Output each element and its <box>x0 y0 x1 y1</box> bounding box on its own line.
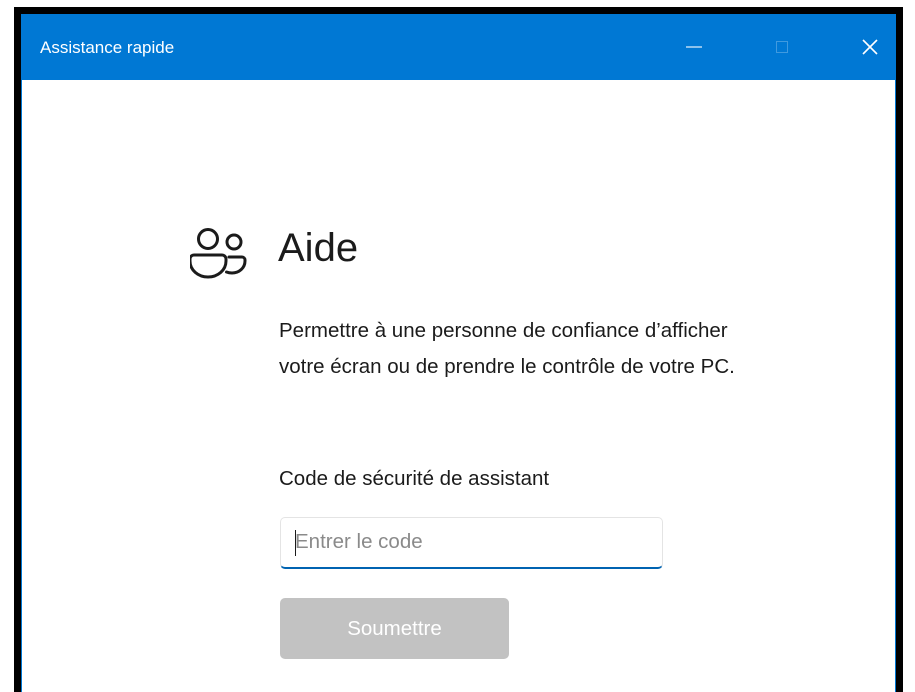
minimize-icon <box>686 46 702 48</box>
screenshot-page: Assistance rapide Aide Permettre à une p… <box>0 0 915 692</box>
description-text: Permettre à une personne de confiance d’… <box>279 319 735 378</box>
submit-button[interactable]: Soumettre <box>280 598 509 659</box>
screenshot-frame: Assistance rapide Aide Permettre à une p… <box>14 7 903 692</box>
code-input-box[interactable] <box>280 517 663 569</box>
title-bar[interactable]: Assistance rapide <box>22 14 895 80</box>
page-title: Aide <box>278 226 359 270</box>
minimize-button[interactable] <box>664 14 724 80</box>
quick-assist-window: Assistance rapide Aide Permettre à une p… <box>21 14 896 692</box>
maximize-icon <box>776 41 788 53</box>
close-icon <box>862 39 878 55</box>
window-title: Assistance rapide <box>40 38 175 57</box>
code-input[interactable] <box>295 518 645 566</box>
maximize-button[interactable] <box>752 14 812 80</box>
main-content: Aide Permettre à une personne de confian… <box>22 80 895 692</box>
close-button[interactable] <box>840 14 896 80</box>
code-field-label: Code de sécurité de assistant <box>279 467 550 490</box>
people-icon <box>190 228 247 279</box>
